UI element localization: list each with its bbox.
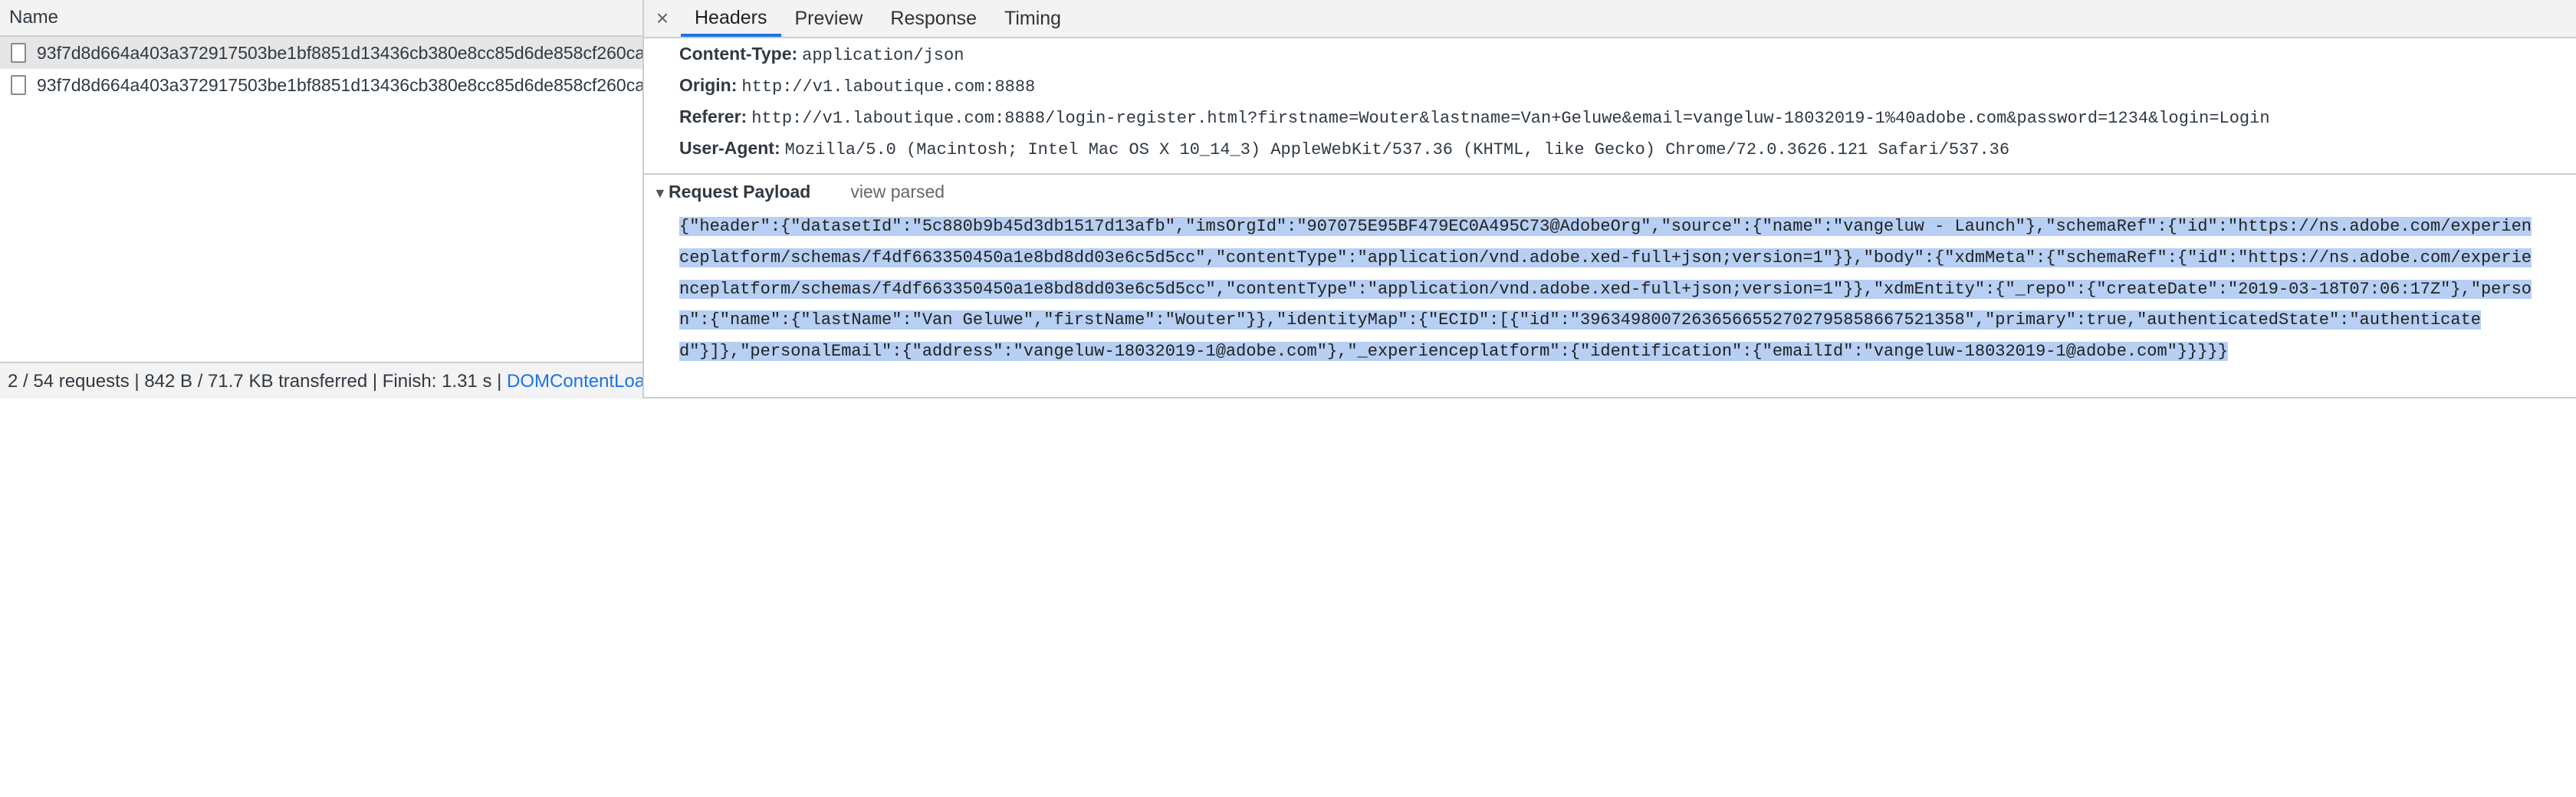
request-headers-list: Content-Type: application/json Origin: htt…: [644, 38, 2576, 164]
tab-response[interactable]: Response: [876, 0, 991, 37]
request-name: 93f7d8d664a403a372917503be1bf8851d13436c…: [37, 42, 642, 63]
view-parsed-link[interactable]: view parsed: [850, 182, 945, 202]
request-row[interactable]: 93f7d8d664a403a372917503be1bf8851d13436c…: [0, 69, 642, 101]
close-icon[interactable]: ×: [644, 0, 681, 37]
request-list-pane: Name 93f7d8d664a403a372917503be1bf8851d1…: [0, 0, 644, 398]
document-icon: [11, 43, 26, 63]
name-column-header[interactable]: Name: [0, 0, 642, 37]
tab-timing[interactable]: Timing: [991, 0, 1075, 37]
header-name: Content-Type:: [679, 44, 798, 64]
header-name: Referer:: [679, 107, 748, 126]
tab-headers[interactable]: Headers: [681, 0, 781, 37]
devtools-network-panel: Name 93f7d8d664a403a372917503be1bf8851d1…: [0, 0, 2576, 398]
network-status-bar: 2 / 54 requests | 842 B / 71.7 KB transf…: [0, 362, 642, 398]
document-icon: [11, 75, 26, 95]
header-value: Mozilla/5.0 (Macintosh; Intel Mac OS X 1…: [784, 140, 2010, 159]
header-row-origin: Origin: http://v1.laboutique.com:8888: [679, 70, 2576, 101]
header-name: User-Agent:: [679, 138, 780, 158]
tab-preview[interactable]: Preview: [781, 0, 877, 37]
header-value: application/json: [802, 46, 964, 65]
request-row[interactable]: 93f7d8d664a403a372917503be1bf8851d13436c…: [0, 37, 642, 69]
request-name: 93f7d8d664a403a372917503be1bf8851d13436c…: [37, 74, 642, 95]
header-row-referer: Referer: http://v1.laboutique.com:8888/lo…: [679, 101, 2576, 133]
domcontentloaded-link[interactable]: DOMContentLoad…: [507, 371, 642, 392]
header-value: http://v1.laboutique.com:8888/login-regi…: [751, 109, 2270, 128]
section-title: Request Payload: [669, 182, 811, 202]
payload-text: {"header":{"datasetId":"5c880b9b45d3db15…: [679, 217, 2532, 362]
header-value: http://v1.laboutique.com:8888: [741, 77, 1036, 97]
status-summary: 2 / 54 requests | 842 B / 71.7 KB transf…: [8, 371, 508, 392]
request-detail-pane: × Headers Preview Response Timing Conten…: [644, 0, 2576, 398]
triangle-down-icon[interactable]: ▼: [653, 176, 669, 210]
detail-tabs: × Headers Preview Response Timing: [644, 0, 2576, 38]
header-row-user-agent: User-Agent: Mozilla/5.0 (Macintosh; Intel…: [679, 133, 2576, 164]
header-row-content-type: Content-Type: application/json: [679, 38, 2576, 70]
request-payload-body[interactable]: {"header":{"datasetId":"5c880b9b45d3db15…: [679, 212, 2541, 368]
header-name: Origin:: [679, 75, 738, 95]
request-payload-header[interactable]: ▼ Request Payload view parsed: [644, 175, 2576, 208]
